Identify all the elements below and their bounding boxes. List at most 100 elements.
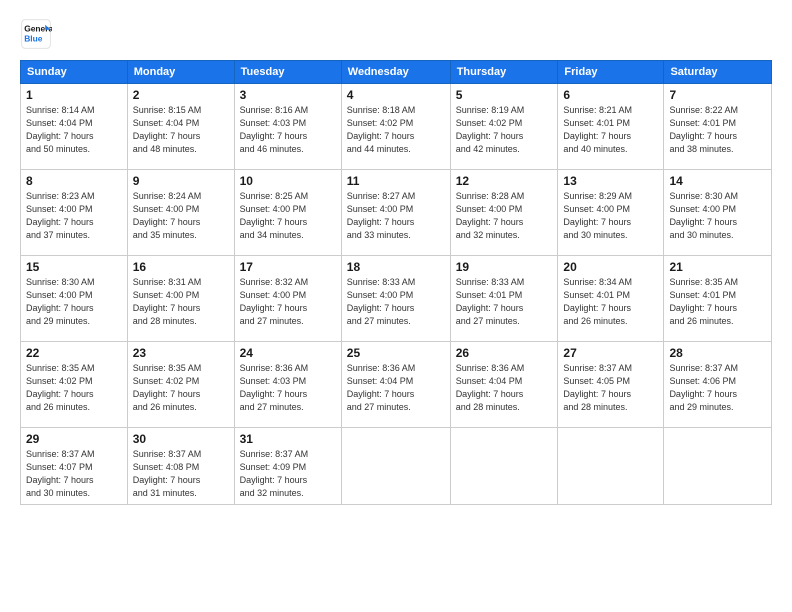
calendar-cell: 18 Sunrise: 8:33 AMSunset: 4:00 PMDayligh… bbox=[341, 256, 450, 342]
day-info: Sunrise: 8:25 AMSunset: 4:00 PMDaylight:… bbox=[240, 190, 336, 242]
day-number: 14 bbox=[669, 174, 766, 188]
calendar-cell: 5 Sunrise: 8:19 AMSunset: 4:02 PMDaylight… bbox=[450, 84, 558, 170]
calendar-cell: 31 Sunrise: 8:37 AMSunset: 4:09 PMDayligh… bbox=[234, 428, 341, 505]
col-header-sunday: Sunday bbox=[21, 61, 128, 84]
calendar-cell: 10 Sunrise: 8:25 AMSunset: 4:00 PMDayligh… bbox=[234, 170, 341, 256]
calendar-cell: 22 Sunrise: 8:35 AMSunset: 4:02 PMDayligh… bbox=[21, 342, 128, 428]
calendar-cell bbox=[341, 428, 450, 505]
day-info: Sunrise: 8:37 AMSunset: 4:09 PMDaylight:… bbox=[240, 448, 336, 500]
day-info: Sunrise: 8:30 AMSunset: 4:00 PMDaylight:… bbox=[669, 190, 766, 242]
col-header-saturday: Saturday bbox=[664, 61, 772, 84]
day-info: Sunrise: 8:32 AMSunset: 4:00 PMDaylight:… bbox=[240, 276, 336, 328]
day-info: Sunrise: 8:37 AMSunset: 4:06 PMDaylight:… bbox=[669, 362, 766, 414]
calendar-cell: 11 Sunrise: 8:27 AMSunset: 4:00 PMDayligh… bbox=[341, 170, 450, 256]
day-number: 27 bbox=[563, 346, 658, 360]
calendar-header-row: SundayMondayTuesdayWednesdayThursdayFrid… bbox=[21, 61, 772, 84]
day-info: Sunrise: 8:35 AMSunset: 4:02 PMDaylight:… bbox=[133, 362, 229, 414]
col-header-monday: Monday bbox=[127, 61, 234, 84]
calendar-cell: 14 Sunrise: 8:30 AMSunset: 4:00 PMDayligh… bbox=[664, 170, 772, 256]
day-number: 19 bbox=[456, 260, 553, 274]
day-number: 18 bbox=[347, 260, 445, 274]
calendar-cell: 27 Sunrise: 8:37 AMSunset: 4:05 PMDayligh… bbox=[558, 342, 664, 428]
calendar-cell: 2 Sunrise: 8:15 AMSunset: 4:04 PMDaylight… bbox=[127, 84, 234, 170]
calendar-cell: 3 Sunrise: 8:16 AMSunset: 4:03 PMDaylight… bbox=[234, 84, 341, 170]
calendar-cell: 19Sunrise: 8:33 AMSunset: 4:01 PMDayligh… bbox=[450, 256, 558, 342]
calendar-week-5: 29 Sunrise: 8:37 AMSunset: 4:07 PMDayligh… bbox=[21, 428, 772, 505]
calendar-cell: 30Sunrise: 8:37 AMSunset: 4:08 PMDayligh… bbox=[127, 428, 234, 505]
day-info: Sunrise: 8:34 AMSunset: 4:01 PMDaylight:… bbox=[563, 276, 658, 328]
logo: General Blue bbox=[20, 18, 52, 50]
calendar-cell: 24Sunrise: 8:36 AMSunset: 4:03 PMDayligh… bbox=[234, 342, 341, 428]
col-header-thursday: Thursday bbox=[450, 61, 558, 84]
calendar-cell bbox=[664, 428, 772, 505]
calendar-table: SundayMondayTuesdayWednesdayThursdayFrid… bbox=[20, 60, 772, 505]
day-number: 22 bbox=[26, 346, 122, 360]
day-number: 7 bbox=[669, 88, 766, 102]
calendar-cell: 17 Sunrise: 8:32 AMSunset: 4:00 PMDayligh… bbox=[234, 256, 341, 342]
calendar-cell: 4Sunrise: 8:18 AMSunset: 4:02 PMDaylight… bbox=[341, 84, 450, 170]
day-number: 31 bbox=[240, 432, 336, 446]
day-info: Sunrise: 8:30 AMSunset: 4:00 PMDaylight:… bbox=[26, 276, 122, 328]
day-number: 6 bbox=[563, 88, 658, 102]
day-number: 8 bbox=[26, 174, 122, 188]
calendar-cell: 7Sunrise: 8:22 AMSunset: 4:01 PMDaylight… bbox=[664, 84, 772, 170]
calendar-cell: 16 Sunrise: 8:31 AMSunset: 4:00 PMDayligh… bbox=[127, 256, 234, 342]
svg-text:Blue: Blue bbox=[24, 34, 43, 44]
calendar-cell: 21 Sunrise: 8:35 AMSunset: 4:01 PMDayligh… bbox=[664, 256, 772, 342]
day-info: Sunrise: 8:33 AMSunset: 4:00 PMDaylight:… bbox=[347, 276, 445, 328]
calendar-cell: 15Sunrise: 8:30 AMSunset: 4:00 PMDayligh… bbox=[21, 256, 128, 342]
day-info: Sunrise: 8:36 AMSunset: 4:04 PMDaylight:… bbox=[347, 362, 445, 414]
day-info: Sunrise: 8:35 AMSunset: 4:02 PMDaylight:… bbox=[26, 362, 122, 414]
calendar-cell: 26 Sunrise: 8:36 AMSunset: 4:04 PMDayligh… bbox=[450, 342, 558, 428]
day-info: Sunrise: 8:31 AMSunset: 4:00 PMDaylight:… bbox=[133, 276, 229, 328]
col-header-friday: Friday bbox=[558, 61, 664, 84]
day-number: 24 bbox=[240, 346, 336, 360]
day-info: Sunrise: 8:19 AMSunset: 4:02 PMDaylight:… bbox=[456, 104, 553, 156]
day-number: 1 bbox=[26, 88, 122, 102]
header: General Blue bbox=[20, 18, 772, 50]
day-info: Sunrise: 8:21 AMSunset: 4:01 PMDaylight:… bbox=[563, 104, 658, 156]
day-number: 28 bbox=[669, 346, 766, 360]
day-info: Sunrise: 8:27 AMSunset: 4:00 PMDaylight:… bbox=[347, 190, 445, 242]
day-info: Sunrise: 8:37 AMSunset: 4:05 PMDaylight:… bbox=[563, 362, 658, 414]
calendar-cell: 9 Sunrise: 8:24 AMSunset: 4:00 PMDaylight… bbox=[127, 170, 234, 256]
calendar-week-4: 22 Sunrise: 8:35 AMSunset: 4:02 PMDayligh… bbox=[21, 342, 772, 428]
day-info: Sunrise: 8:37 AMSunset: 4:07 PMDaylight:… bbox=[26, 448, 122, 500]
calendar-cell: 20 Sunrise: 8:34 AMSunset: 4:01 PMDayligh… bbox=[558, 256, 664, 342]
day-info: Sunrise: 8:37 AMSunset: 4:08 PMDaylight:… bbox=[133, 448, 229, 500]
calendar-cell: 23 Sunrise: 8:35 AMSunset: 4:02 PMDayligh… bbox=[127, 342, 234, 428]
day-info: Sunrise: 8:16 AMSunset: 4:03 PMDaylight:… bbox=[240, 104, 336, 156]
day-number: 17 bbox=[240, 260, 336, 274]
day-info: Sunrise: 8:14 AMSunset: 4:04 PMDaylight:… bbox=[26, 104, 122, 156]
day-number: 5 bbox=[456, 88, 553, 102]
day-info: Sunrise: 8:29 AMSunset: 4:00 PMDaylight:… bbox=[563, 190, 658, 242]
day-number: 3 bbox=[240, 88, 336, 102]
day-info: Sunrise: 8:23 AMSunset: 4:00 PMDaylight:… bbox=[26, 190, 122, 242]
col-header-wednesday: Wednesday bbox=[341, 61, 450, 84]
day-number: 10 bbox=[240, 174, 336, 188]
day-number: 12 bbox=[456, 174, 553, 188]
calendar-cell: 12 Sunrise: 8:28 AMSunset: 4:00 PMDayligh… bbox=[450, 170, 558, 256]
calendar-cell: 1 Sunrise: 8:14 AMSunset: 4:04 PMDaylight… bbox=[21, 84, 128, 170]
calendar-cell: 6 Sunrise: 8:21 AMSunset: 4:01 PMDaylight… bbox=[558, 84, 664, 170]
day-info: Sunrise: 8:35 AMSunset: 4:01 PMDaylight:… bbox=[669, 276, 766, 328]
day-number: 21 bbox=[669, 260, 766, 274]
day-number: 2 bbox=[133, 88, 229, 102]
day-info: Sunrise: 8:15 AMSunset: 4:04 PMDaylight:… bbox=[133, 104, 229, 156]
calendar-cell: 28 Sunrise: 8:37 AMSunset: 4:06 PMDayligh… bbox=[664, 342, 772, 428]
day-number: 9 bbox=[133, 174, 229, 188]
calendar-cell: 13 Sunrise: 8:29 AMSunset: 4:00 PMDayligh… bbox=[558, 170, 664, 256]
day-number: 23 bbox=[133, 346, 229, 360]
day-info: Sunrise: 8:28 AMSunset: 4:00 PMDaylight:… bbox=[456, 190, 553, 242]
day-info: Sunrise: 8:36 AMSunset: 4:04 PMDaylight:… bbox=[456, 362, 553, 414]
day-number: 26 bbox=[456, 346, 553, 360]
day-number: 20 bbox=[563, 260, 658, 274]
day-number: 11 bbox=[347, 174, 445, 188]
day-number: 13 bbox=[563, 174, 658, 188]
day-number: 16 bbox=[133, 260, 229, 274]
day-info: Sunrise: 8:24 AMSunset: 4:00 PMDaylight:… bbox=[133, 190, 229, 242]
calendar-cell: 25 Sunrise: 8:36 AMSunset: 4:04 PMDayligh… bbox=[341, 342, 450, 428]
day-number: 29 bbox=[26, 432, 122, 446]
day-number: 25 bbox=[347, 346, 445, 360]
day-number: 4 bbox=[347, 88, 445, 102]
